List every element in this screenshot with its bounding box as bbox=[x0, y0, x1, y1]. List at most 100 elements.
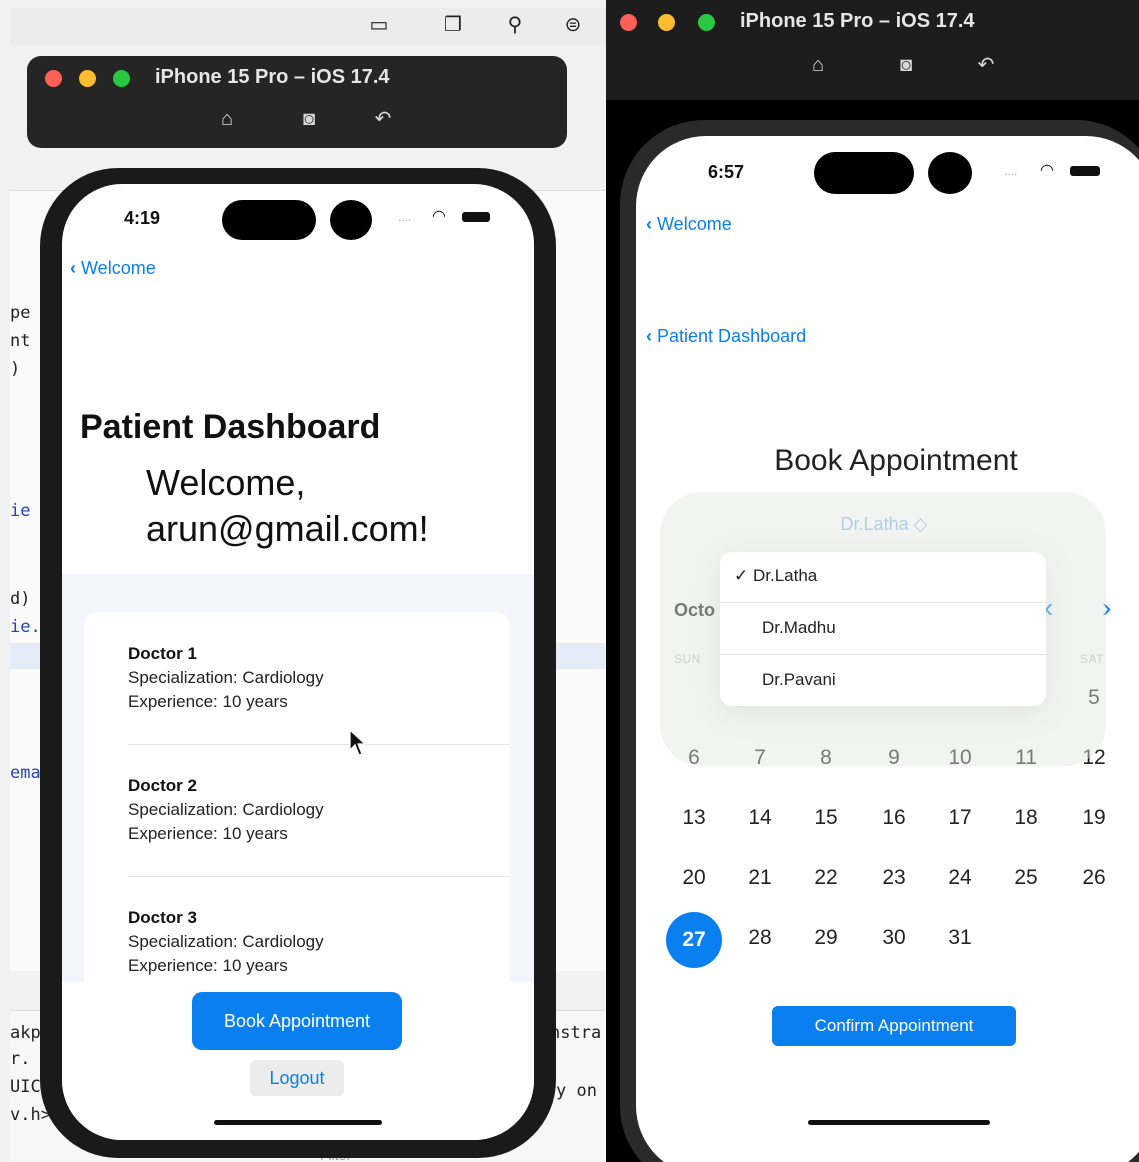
calendar-day[interactable]: 30 bbox=[874, 926, 914, 950]
doctor-experience: Experience: 10 years bbox=[128, 824, 288, 843]
calendar-day[interactable]: 26 bbox=[1074, 866, 1114, 890]
calendar-day[interactable]: 11 bbox=[1006, 746, 1046, 770]
wifi-icon: ◠ bbox=[1040, 162, 1054, 179]
list-item[interactable]: Doctor 2 Specialization: Cardiology Expe… bbox=[128, 776, 324, 844]
calendar-day[interactable]: 14 bbox=[740, 806, 780, 830]
dropdown-option-dr-latha[interactable]: ✓ Dr.Latha bbox=[734, 566, 817, 586]
code-fragment: r. bbox=[10, 1049, 31, 1069]
separator bbox=[720, 602, 1046, 603]
doctor-list: Doctor 1 Specialization: Cardiology Expe… bbox=[84, 612, 510, 1012]
camera-cutout bbox=[330, 200, 372, 240]
calendar-day[interactable]: 20 bbox=[674, 866, 714, 890]
mouse-pointer-icon bbox=[349, 728, 367, 756]
home-indicator bbox=[214, 1120, 382, 1125]
zoom-window-button[interactable] bbox=[113, 70, 130, 87]
calendar-day[interactable]: 19 bbox=[1074, 806, 1114, 830]
back-label: Patient Dashboard bbox=[657, 326, 807, 346]
calendar-day-selected[interactable]: 27 bbox=[666, 912, 722, 968]
code-fragment: ie. bbox=[10, 617, 41, 637]
calendar-day[interactable]: 9 bbox=[874, 746, 914, 770]
simulator-titlebar: iPhone 15 Pro – iOS 17.4 ⌂ ◙ ↶ bbox=[606, 0, 1139, 100]
simulator-title: iPhone 15 Pro – iOS 17.4 bbox=[155, 66, 390, 88]
toggle-inspector-icon[interactable]: ▭ bbox=[366, 14, 392, 36]
chevron-left-icon: ‹ bbox=[646, 214, 652, 234]
separator bbox=[128, 876, 510, 877]
calendar-day[interactable]: 5 bbox=[1074, 686, 1114, 710]
back-button-patient-dashboard[interactable]: ‹ Patient Dashboard bbox=[646, 326, 806, 347]
calendar-day[interactable]: 10 bbox=[940, 746, 980, 770]
welcome-line-1: Welcome, bbox=[146, 462, 306, 503]
home-icon[interactable]: ⌂ bbox=[804, 54, 832, 77]
signal-icon: .... bbox=[1004, 164, 1018, 178]
calendar-day[interactable]: 7 bbox=[740, 746, 780, 770]
back-button[interactable]: ‹ Welcome bbox=[646, 214, 732, 235]
dropdown-option-dr-pavani[interactable]: Dr.Pavani bbox=[762, 670, 836, 690]
calendar-day[interactable]: 6 bbox=[674, 746, 714, 770]
list-item[interactable]: Doctor 3 Specialization: Cardiology Expe… bbox=[128, 908, 324, 976]
back-button[interactable]: ‹ Welcome bbox=[70, 258, 156, 279]
calendar-day[interactable]: 13 bbox=[674, 806, 714, 830]
status-time: 6:57 bbox=[708, 162, 745, 182]
code-fragment: ie bbox=[10, 501, 31, 521]
chevron-updown-icon: ◇ bbox=[913, 514, 928, 534]
signal-icon: .... bbox=[398, 210, 412, 224]
confirm-appointment-button[interactable]: Confirm Appointment bbox=[772, 1006, 1016, 1046]
battery-icon bbox=[1070, 166, 1100, 176]
toggle-icon[interactable]: ⊜ bbox=[560, 14, 586, 36]
book-appointment-button[interactable]: Book Appointment bbox=[192, 992, 402, 1050]
calendar-day[interactable]: 18 bbox=[1006, 806, 1046, 830]
calendar-day[interactable]: 31 bbox=[940, 926, 980, 950]
simulator-title: iPhone 15 Pro – iOS 17.4 bbox=[740, 10, 975, 32]
code-fragment: nt bbox=[10, 331, 31, 351]
calendar-day[interactable]: 25 bbox=[1006, 866, 1046, 890]
close-window-button[interactable] bbox=[45, 70, 62, 87]
separator bbox=[720, 654, 1046, 655]
calendar-day[interactable]: 16 bbox=[874, 806, 914, 830]
screenshot-icon[interactable]: ◙ bbox=[295, 108, 323, 131]
rotate-icon[interactable]: ↶ bbox=[972, 52, 1000, 77]
doctor-name: Doctor 2 bbox=[128, 776, 197, 795]
calendar-day[interactable]: 22 bbox=[806, 866, 846, 890]
calendar-day[interactable]: 29 bbox=[806, 926, 846, 950]
minimize-window-button[interactable] bbox=[658, 14, 675, 31]
calendar-day[interactable]: 15 bbox=[806, 806, 846, 830]
calendar-day[interactable]: 17 bbox=[940, 806, 980, 830]
close-window-button[interactable] bbox=[620, 14, 637, 31]
rotate-icon[interactable]: ↶ bbox=[369, 106, 397, 131]
zoom-window-button[interactable] bbox=[698, 14, 715, 31]
minimize-window-button[interactable] bbox=[79, 70, 96, 87]
phone-screen: 4:19 .... ◠ ‹ Welcome Patient Dashboard … bbox=[62, 184, 534, 1140]
logout-button[interactable]: Logout bbox=[250, 1060, 344, 1096]
code-fragment: pe bbox=[10, 303, 31, 323]
calendar-day[interactable]: 23 bbox=[874, 866, 914, 890]
code-fragment: UIC bbox=[10, 1077, 41, 1097]
dropdown-option-dr-madhu[interactable]: Dr.Madhu bbox=[762, 618, 836, 638]
home-icon[interactable]: ⌂ bbox=[213, 108, 241, 131]
page-title: Patient Dashboard bbox=[80, 408, 381, 446]
calendar-day[interactable]: 8 bbox=[806, 746, 846, 770]
doctor-name: Doctor 1 bbox=[128, 644, 197, 663]
search-icon[interactable]: ⚲ bbox=[502, 14, 528, 36]
weekday-sat: SAT bbox=[1080, 652, 1104, 666]
doctor-experience: Experience: 10 years bbox=[128, 692, 288, 711]
calendar-day[interactable]: 21 bbox=[740, 866, 780, 890]
next-month-button[interactable]: › bbox=[1102, 592, 1111, 624]
calendar-day[interactable]: 28 bbox=[740, 926, 780, 950]
right-panel: iPhone 15 Pro – iOS 17.4 ⌂ ◙ ↶ 6:57 ....… bbox=[606, 0, 1139, 1162]
doctor-specialization: Specialization: Cardiology bbox=[128, 932, 324, 951]
chevron-left-icon: ‹ bbox=[70, 258, 76, 278]
calendar-day[interactable]: 12 bbox=[1074, 746, 1114, 770]
weekday-sun: SUN bbox=[674, 652, 701, 666]
back-label: Welcome bbox=[657, 214, 732, 234]
doctor-picker[interactable]: Dr.Latha ◇ bbox=[796, 514, 972, 535]
list-item[interactable]: Doctor 1 Specialization: Cardiology Expe… bbox=[128, 644, 324, 712]
chevron-left-icon: ‹ bbox=[646, 326, 652, 346]
calendar-day[interactable]: 24 bbox=[940, 866, 980, 890]
window-tabs-icon[interactable]: ❐ bbox=[440, 14, 466, 36]
screenshot-icon[interactable]: ◙ bbox=[892, 54, 920, 77]
dropdown-option-label: Dr.Latha bbox=[752, 566, 818, 585]
month-label[interactable]: Octo bbox=[674, 600, 715, 621]
camera-cutout bbox=[928, 152, 972, 194]
welcome-line-2: arun@gmail.com! bbox=[146, 508, 429, 549]
code-fragment: nstra bbox=[550, 1023, 602, 1043]
